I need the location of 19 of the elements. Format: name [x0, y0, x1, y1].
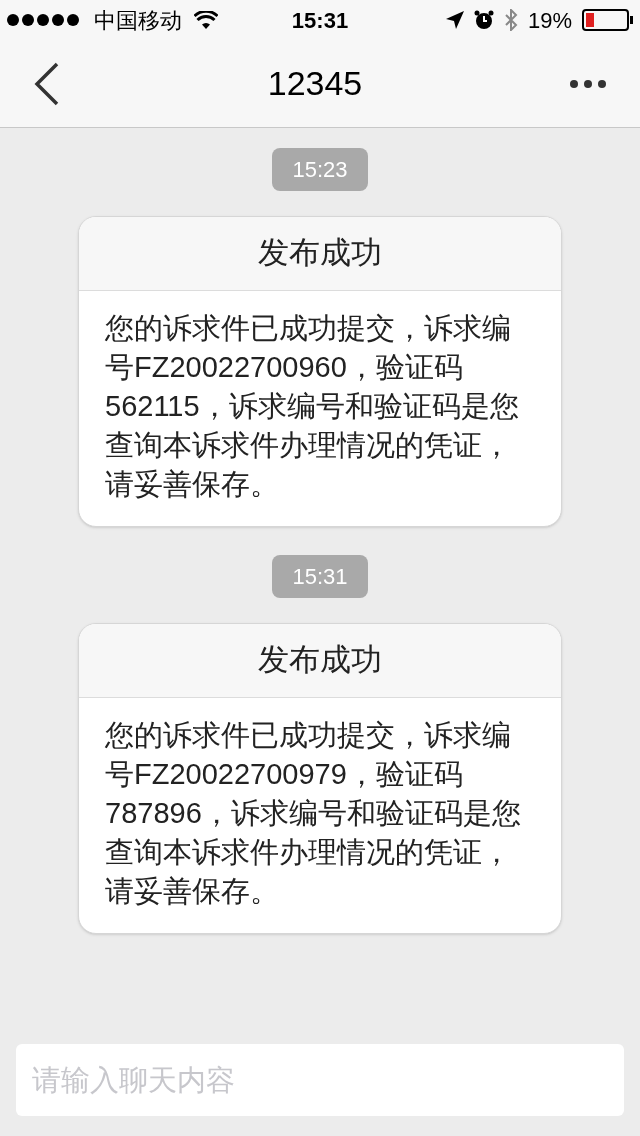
message-text: 您的诉求件已成功提交，诉求编号FZ20022700960，验证码562115，诉求编号和验证码是您查询本诉求件办理情况的凭证，请妥善保存。 — [104, 311, 520, 502]
clock-time: 15:31 — [291, 6, 349, 35]
card-title: 发布成功 — [79, 624, 561, 698]
battery-icon — [582, 9, 634, 31]
location-arrow-icon — [445, 11, 464, 29]
battery-percent: 19% — [527, 6, 572, 35]
signal-icon — [6, 13, 82, 27]
wifi-icon — [194, 11, 218, 29]
card-title: 发布成功 — [79, 217, 561, 291]
carrier-name: 中国移动 — [94, 6, 182, 35]
message-input[interactable]: 请输入聊天内容 — [16, 1044, 624, 1116]
bluetooth-icon — [503, 9, 518, 31]
message-text: 您的诉求件已成功提交，诉求编号FZ20022700979，验证码787896，诉求编号和验证码是您查询本诉求件办理情况的凭证，请妥善保存。 — [104, 718, 522, 909]
back-icon[interactable] — [34, 61, 60, 106]
chat-title: 12345 — [267, 63, 363, 104]
timestamp: 15:31 — [272, 555, 368, 598]
timestamp: 15:23 — [272, 148, 368, 191]
more-icon[interactable] — [570, 79, 606, 88]
alarm-icon — [473, 10, 494, 30]
